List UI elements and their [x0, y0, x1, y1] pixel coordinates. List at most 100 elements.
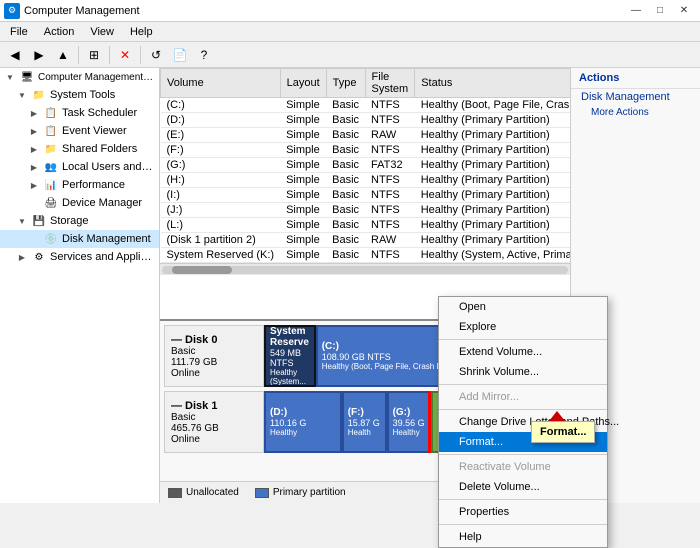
sidebar-item-disk-mgmt[interactable]: ▶ 💿 Disk Management [0, 230, 159, 248]
ctx-delete[interactable]: Delete Volume... [439, 477, 607, 497]
table-row[interactable]: (F:)SimpleBasicNTFSHealthy (Primary Part… [161, 143, 571, 158]
sidebar-item-task-scheduler[interactable]: ▶ 📋 Task Scheduler [0, 104, 159, 122]
table-cell-fs: NTFS [365, 113, 415, 128]
ctx-sep-3 [439, 409, 607, 410]
table-row[interactable]: (D:)SimpleBasicNTFSHealthy (Primary Part… [161, 113, 571, 128]
vol-system-status: Healthy (System... [270, 368, 310, 386]
table-cell-status: Healthy (Primary Partition) [415, 218, 570, 233]
disk-1-type: Basic [171, 412, 257, 423]
table-row[interactable]: (E:)SimpleBasicRAWHealthy (Primary Parti… [161, 128, 571, 143]
menu-help[interactable]: Help [122, 24, 161, 40]
sidebar-item-device-manager[interactable]: ▶ 🖨 Device Manager [0, 194, 159, 212]
close-button[interactable]: ✕ [672, 2, 696, 20]
table-row[interactable]: (G:)SimpleBasicFAT32Healthy (Primary Par… [161, 158, 571, 173]
disk-1-size: 465.76 GB [171, 423, 257, 434]
actions-disk-management[interactable]: Disk Management [571, 89, 700, 105]
col-fs[interactable]: File System [365, 69, 415, 98]
ctx-extend[interactable]: Extend Volume... [439, 342, 607, 362]
menu-action[interactable]: Action [36, 24, 83, 40]
table-cell-status: Healthy (Primary Partition) [415, 203, 570, 218]
table-cell-status: Healthy (Primary Partition) [415, 173, 570, 188]
horizontal-scrollbar[interactable] [160, 263, 570, 275]
app-icon: ⚙ [4, 3, 20, 19]
sidebar-item-system-tools[interactable]: ▼ 📁 System Tools [0, 86, 159, 104]
device-icon: 🖨 [43, 195, 59, 211]
sidebar-item-event-viewer[interactable]: ▶ 📋 Event Viewer [0, 122, 159, 140]
actions-more[interactable]: More Actions [571, 105, 700, 120]
disk-0-system-reserved[interactable]: System Reserve 549 MB NTFS Healthy (Syst… [264, 325, 316, 387]
toolbar-refresh[interactable]: ↺ [145, 44, 167, 66]
menu-file[interactable]: File [2, 24, 36, 40]
table-row[interactable]: (H:)SimpleBasicNTFSHealthy (Primary Part… [161, 173, 571, 188]
ctx-explore[interactable]: Explore [439, 317, 607, 337]
table-cell-fs: NTFS [365, 203, 415, 218]
table-cell-layout: Simple [280, 128, 326, 143]
table-cell-layout: Simple [280, 188, 326, 203]
sidebar-item-services[interactable]: ▶ ⚙ Services and Applications [0, 248, 159, 266]
disk-1-d[interactable]: (D:) 110.16 G Healthy [264, 391, 342, 453]
table-row[interactable]: (Disk 1 partition 2)SimpleBasicRAWHealth… [161, 233, 571, 248]
sidebar-item-performance[interactable]: ▶ 📊 Performance [0, 176, 159, 194]
table-row[interactable]: System Reserved (K:)SimpleBasicNTFSHealt… [161, 248, 571, 263]
col-type[interactable]: Type [326, 69, 365, 98]
sidebar-item-shared-folders[interactable]: ▶ 📁 Shared Folders [0, 140, 159, 158]
minimize-button[interactable]: — [624, 2, 648, 20]
toolbar-show-hide[interactable]: ⊞ [83, 44, 105, 66]
title-bar-text: Computer Management [24, 5, 140, 17]
table-row[interactable]: (J:)SimpleBasicNTFSHealthy (Primary Part… [161, 203, 571, 218]
table-row[interactable]: (L:)SimpleBasicNTFSHealthy (Primary Part… [161, 218, 571, 233]
users-icon: 👥 [43, 159, 59, 175]
ctx-shrink[interactable]: Shrink Volume... [439, 362, 607, 382]
col-volume[interactable]: Volume [161, 69, 281, 98]
disk-1-f[interactable]: (F:) 15.87 G Health [342, 391, 387, 453]
table-cell-fs: NTFS [365, 143, 415, 158]
ctx-help[interactable]: Help [439, 527, 607, 547]
title-bar: ⚙ Computer Management — □ ✕ [0, 0, 700, 22]
disk-0-label: — Disk 0 Basic 111.79 GB Online [164, 325, 264, 387]
toolbar-export[interactable]: 📄 [169, 44, 191, 66]
table-cell-status: Healthy (Primary Partition) [415, 128, 570, 143]
toolbar-forward[interactable]: ▶ [28, 44, 50, 66]
disk-1-name: — Disk 1 [171, 400, 257, 412]
col-status[interactable]: Status [415, 69, 570, 98]
expand-icon-users: ▶ [28, 161, 40, 173]
table-cell-vol: (L:) [161, 218, 281, 233]
sidebar-item-local-users[interactable]: ▶ 👥 Local Users and Groups [0, 158, 159, 176]
toolbar-stop[interactable]: ✕ [114, 44, 136, 66]
format-arrow [549, 411, 565, 421]
table-cell-status: Healthy (Primary Partition) [415, 143, 570, 158]
actions-title: Actions [571, 68, 700, 89]
menu-view[interactable]: View [82, 24, 122, 40]
disk-0-name: — Disk 0 [171, 334, 257, 346]
table-row[interactable]: (C:)SimpleBasicNTFSHealthy (Boot, Page F… [161, 98, 571, 113]
toolbar-up[interactable]: ▲ [52, 44, 74, 66]
table-cell-fs: RAW [365, 128, 415, 143]
sidebar-label-disk: Disk Management [62, 233, 151, 245]
expand-icon-task: ▶ [28, 107, 40, 119]
ctx-properties[interactable]: Properties [439, 502, 607, 522]
col-layout[interactable]: Layout [280, 69, 326, 98]
ctx-open[interactable]: Open [439, 297, 607, 317]
disk-1-status: Online [171, 434, 257, 445]
table-cell-vol: (E:) [161, 128, 281, 143]
expand-icon-event: ▶ [28, 125, 40, 137]
disk-0-size: 111.79 GB [171, 357, 257, 368]
legend-label-primary: Primary partition [273, 487, 346, 498]
sidebar-label-storage: Storage [50, 215, 89, 227]
sidebar-label-event: Event Viewer [62, 125, 127, 137]
table-cell-status: Healthy (Boot, Page File, Crash Dump, Pr… [415, 98, 570, 113]
sidebar-label-services: Services and Applications [50, 251, 155, 263]
table-cell-layout: Simple [280, 98, 326, 113]
disk-1-g1[interactable]: (G:) 39.56 G Healthy [387, 391, 432, 453]
disk-list-pane[interactable]: Volume Layout Type File System Status (C… [160, 68, 570, 321]
toolbar-help[interactable]: ? [193, 44, 215, 66]
disk-0-status: Online [171, 368, 257, 379]
maximize-button[interactable]: □ [648, 2, 672, 20]
table-row[interactable]: (I:)SimpleBasicNTFSHealthy (Primary Part… [161, 188, 571, 203]
toolbar-back[interactable]: ◀ [4, 44, 26, 66]
sidebar-item-storage[interactable]: ▼ 💾 Storage [0, 212, 159, 230]
legend-unallocated: Unallocated [168, 487, 239, 498]
table-cell-fs: NTFS [365, 173, 415, 188]
disk-1-label: — Disk 1 Basic 465.76 GB Online [164, 391, 264, 453]
sidebar-item-root[interactable]: ▼ 🖥 Computer Management (Local [0, 68, 159, 86]
